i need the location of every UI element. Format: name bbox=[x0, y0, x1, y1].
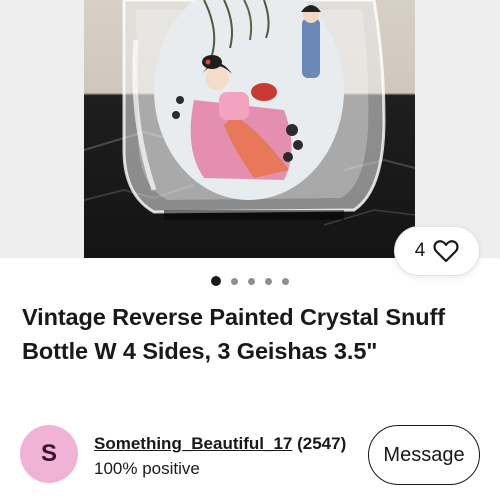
seller-feedback-score: (2547) bbox=[297, 434, 347, 453]
carousel-dot[interactable] bbox=[265, 277, 272, 285]
seller-line: Something_Beautiful_17 (2547) bbox=[94, 434, 346, 454]
seller-name-link[interactable]: Something_Beautiful_17 bbox=[94, 434, 292, 453]
watch-button[interactable]: 4 bbox=[394, 226, 480, 276]
product-photo[interactable] bbox=[84, 0, 415, 258]
watchers-count: 4 bbox=[414, 240, 426, 261]
carousel-dot[interactable] bbox=[231, 277, 238, 285]
carousel-indicator[interactable] bbox=[0, 276, 500, 286]
carousel-dot[interactable] bbox=[211, 276, 221, 286]
listing-title: Vintage Reverse Painted Crystal Snuff Bo… bbox=[22, 304, 445, 364]
message-button[interactable]: Message bbox=[368, 425, 480, 485]
seller-info: Something_Beautiful_17 (2547) 100% posit… bbox=[94, 434, 346, 479]
carousel-dot[interactable] bbox=[282, 277, 289, 285]
seller-avatar[interactable]: S bbox=[20, 425, 78, 483]
product-image-gallery[interactable]: 4 bbox=[0, 0, 500, 276]
seller-positive-feedback: 100% positive bbox=[94, 459, 200, 478]
heart-outline-icon bbox=[433, 240, 459, 263]
avatar-letter: S bbox=[40, 440, 57, 467]
snuff-bottle-illustration bbox=[84, 0, 415, 226]
carousel-dot[interactable] bbox=[248, 277, 255, 285]
